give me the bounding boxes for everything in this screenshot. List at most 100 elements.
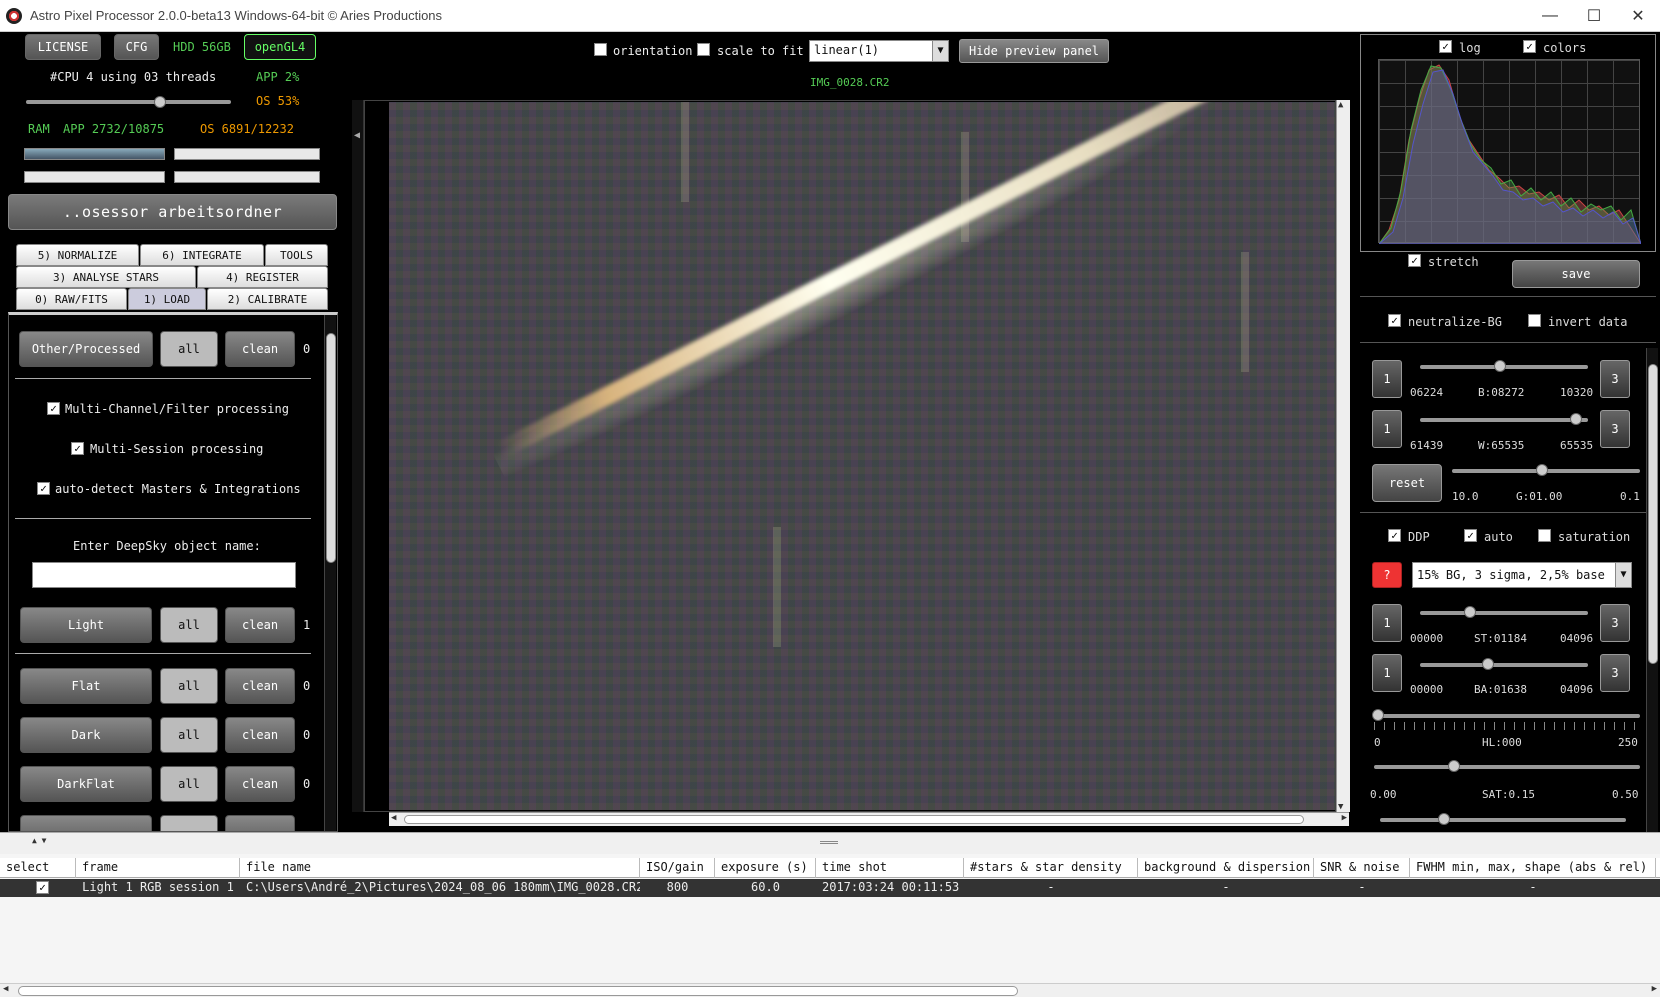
hl-slider-track[interactable] bbox=[1374, 714, 1640, 718]
ba-slider-knob[interactable] bbox=[1482, 658, 1494, 670]
bias-clean-button-partial[interactable] bbox=[225, 815, 295, 831]
dark-clean-button[interactable]: clean bbox=[225, 717, 295, 753]
flat-all-button[interactable]: all bbox=[160, 668, 218, 704]
select-checkbox[interactable]: ✓ bbox=[36, 881, 49, 894]
column-header[interactable]: file name bbox=[240, 858, 640, 878]
viewer-hscroll-thumb[interactable] bbox=[404, 815, 1304, 824]
maximize-icon[interactable]: ☐ bbox=[1572, 1, 1616, 31]
darkflat-all-button[interactable]: all bbox=[160, 766, 218, 802]
multi-session-checkbox[interactable]: ✓ bbox=[71, 442, 84, 455]
colors-checkbox[interactable]: ✓ bbox=[1523, 40, 1536, 53]
other-processed-button[interactable]: Other/Processed bbox=[19, 331, 153, 367]
ba-increase-button[interactable]: 3 bbox=[1600, 654, 1630, 692]
w-slider-track[interactable] bbox=[1420, 418, 1588, 422]
left-panel-scroll-thumb[interactable] bbox=[326, 333, 336, 563]
right-panel-scrollbar[interactable] bbox=[1646, 348, 1658, 832]
scroll-right-icon[interactable]: ▶ bbox=[1342, 813, 1347, 823]
w-slider-knob[interactable] bbox=[1570, 413, 1582, 425]
splitter-grip-icon[interactable] bbox=[820, 841, 838, 844]
stretch-checkbox[interactable]: ✓ bbox=[1408, 254, 1421, 267]
st-increase-button[interactable]: 3 bbox=[1600, 604, 1630, 642]
scroll-up-icon[interactable]: ▲ bbox=[1338, 100, 1343, 110]
bias-all-button-partial[interactable] bbox=[160, 815, 218, 831]
ba-decrease-button[interactable]: 1 bbox=[1372, 654, 1402, 692]
b-decrease-button[interactable]: 1 bbox=[1372, 360, 1402, 398]
scroll-right-icon[interactable]: ▶ bbox=[1652, 984, 1657, 994]
threads-slider-track[interactable] bbox=[26, 100, 231, 104]
tab-raw-fits[interactable]: 0) RAW/FITS bbox=[16, 288, 127, 310]
scale-to-fit-checkbox[interactable] bbox=[697, 43, 710, 56]
b-slider-knob[interactable] bbox=[1494, 360, 1506, 372]
left-collapse-strip[interactable]: ◀ bbox=[352, 100, 364, 812]
tab-normalize[interactable]: 5) NORMALIZE bbox=[16, 244, 139, 266]
flat-button[interactable]: Flat bbox=[20, 668, 152, 704]
w-increase-button[interactable]: 3 bbox=[1600, 410, 1630, 448]
log-checkbox[interactable]: ✓ bbox=[1439, 40, 1452, 53]
column-header[interactable]: select bbox=[0, 858, 76, 878]
viewer-vscroll[interactable]: ▲ ▼ bbox=[1336, 100, 1350, 812]
viewer-hscroll[interactable]: ◀ ▶ bbox=[389, 812, 1349, 826]
column-header[interactable]: #stars & star density bbox=[964, 858, 1138, 878]
column-header[interactable]: exposure (s) bbox=[715, 858, 816, 878]
opengl-button[interactable]: openGL4 bbox=[244, 34, 316, 60]
tab-tools[interactable]: TOOLS bbox=[265, 244, 328, 266]
help-button[interactable]: ? bbox=[1372, 562, 1402, 588]
neutralize-bg-checkbox[interactable]: ✓ bbox=[1388, 314, 1401, 327]
threads-slider-knob[interactable] bbox=[154, 96, 166, 108]
other-all-button[interactable]: all bbox=[160, 331, 218, 367]
save-button[interactable]: save bbox=[1512, 260, 1640, 288]
other-clean-button[interactable]: clean bbox=[225, 331, 295, 367]
extra-slider-track[interactable] bbox=[1380, 818, 1626, 822]
multi-channel-checkbox[interactable]: ✓ bbox=[47, 402, 60, 415]
column-header[interactable]: background & dispersion bbox=[1138, 858, 1314, 878]
darkflat-clean-button[interactable]: clean bbox=[225, 766, 295, 802]
light-button[interactable]: Light bbox=[20, 607, 152, 643]
dark-button[interactable]: Dark bbox=[20, 717, 152, 753]
preview-image[interactable] bbox=[389, 102, 1335, 810]
collapse-arrows-icon[interactable]: ▲ ▼ bbox=[32, 836, 46, 845]
auto-detect-checkbox[interactable]: ✓ bbox=[37, 482, 50, 495]
g-slider-knob[interactable] bbox=[1536, 464, 1548, 476]
column-header[interactable]: time shot bbox=[816, 858, 964, 878]
tab-analyse-stars[interactable]: 3) ANALYSE STARS bbox=[16, 266, 196, 288]
row-select-checkbox[interactable]: ✓ bbox=[30, 879, 50, 897]
darkflat-button[interactable]: DarkFlat bbox=[20, 766, 152, 802]
license-button[interactable]: LICENSE bbox=[25, 34, 101, 60]
b-increase-button[interactable]: 3 bbox=[1600, 360, 1630, 398]
table-row[interactable]: ✓ Light 1 RGB session 1 C:\Users\André_2… bbox=[0, 879, 1660, 897]
minimize-icon[interactable]: — bbox=[1528, 1, 1572, 31]
ba-slider-track[interactable] bbox=[1420, 663, 1588, 667]
stretch-mode-select[interactable]: linear(1) ▼ bbox=[809, 40, 949, 62]
scroll-down-icon[interactable]: ▼ bbox=[1338, 802, 1343, 812]
tab-integrate[interactable]: 6) INTEGRATE bbox=[140, 244, 264, 266]
tab-calibrate[interactable]: 2) CALIBRATE bbox=[207, 288, 328, 310]
panel-splitter[interactable]: ▲ ▼ bbox=[0, 832, 1660, 854]
right-panel-scroll-thumb[interactable] bbox=[1648, 364, 1658, 664]
column-header[interactable]: SNR & noise bbox=[1314, 858, 1410, 878]
light-clean-button[interactable]: clean bbox=[225, 607, 295, 643]
invert-data-checkbox[interactable] bbox=[1528, 314, 1541, 327]
reset-button[interactable]: reset bbox=[1372, 464, 1442, 502]
hide-preview-button[interactable]: Hide preview panel bbox=[959, 39, 1109, 63]
deepsky-input[interactable] bbox=[32, 562, 296, 588]
scroll-left-icon[interactable]: ◀ bbox=[3, 984, 8, 994]
light-all-button[interactable]: all bbox=[160, 607, 218, 643]
working-directory-button[interactable]: ..osessor arbeitsordner bbox=[8, 194, 337, 230]
tab-load[interactable]: 1) LOAD bbox=[128, 288, 206, 310]
sat-slider-track[interactable] bbox=[1374, 765, 1640, 769]
table-hscroll[interactable]: ◀ ▶ bbox=[0, 983, 1660, 997]
orientation-checkbox[interactable] bbox=[594, 43, 607, 56]
extra-slider-knob[interactable] bbox=[1438, 813, 1450, 825]
st-slider-knob[interactable] bbox=[1464, 606, 1476, 618]
st-slider-track[interactable] bbox=[1420, 611, 1588, 615]
cfg-button[interactable]: CFG bbox=[114, 34, 159, 60]
sat-slider-knob[interactable] bbox=[1448, 760, 1460, 772]
column-header[interactable]: FWHM min, max, shape (abs & rel) bbox=[1410, 858, 1656, 878]
dark-all-button[interactable]: all bbox=[160, 717, 218, 753]
table-hscroll-thumb[interactable] bbox=[18, 986, 1018, 996]
collapse-left-icon[interactable]: ◀ bbox=[354, 130, 360, 141]
ddp-checkbox[interactable]: ✓ bbox=[1388, 529, 1401, 542]
close-icon[interactable]: ✕ bbox=[1616, 1, 1660, 31]
flat-clean-button[interactable]: clean bbox=[225, 668, 295, 704]
left-panel-scrollbar[interactable] bbox=[324, 315, 336, 831]
